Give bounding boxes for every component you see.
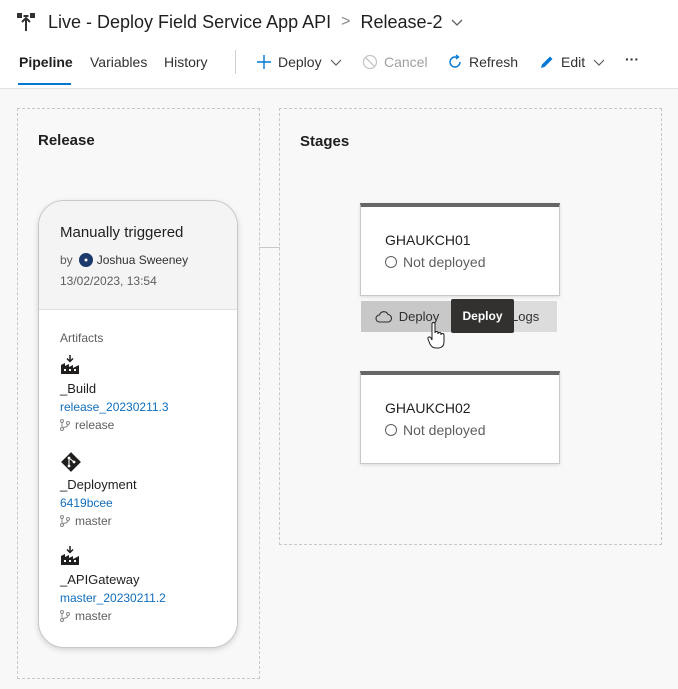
breadcrumb-separator: > [341,13,351,30]
release-pipeline-icon [16,12,36,32]
artifacts-heading: Artifacts [60,331,104,345]
artifact-version-link[interactable]: master_20230211.2 [60,591,166,605]
branch-icon [60,419,70,431]
stage-name: GHAUKCH02 [385,400,471,416]
artifact-version-link[interactable]: release_20230211.3 [60,400,169,414]
user-name[interactable]: Joshua Sweeney [97,253,188,267]
tab-bar: Pipeline Variables History Deploy Cancel… [0,46,678,86]
deploy-menu-button[interactable]: Deploy [256,54,348,70]
pipeline-connector [259,247,280,248]
logs-button[interactable]: Logs [511,309,539,324]
more-actions-button[interactable]: ··· [625,51,639,67]
avatar [78,253,93,267]
trigger-text: Manually triggered [60,224,184,241]
refresh-button[interactable]: Refresh [447,54,518,70]
release-name[interactable]: Release-2 [360,12,442,33]
deploy-menu-label: Deploy [278,54,322,70]
active-tab-indicator [18,83,71,85]
hand-cursor-icon [427,321,445,355]
artifact-branch: master [60,514,112,528]
edit-menu-button[interactable]: Edit [539,54,611,70]
branch-name: master [75,514,112,528]
branch-name: master [75,609,112,623]
pipeline-title[interactable]: Live - Deploy Field Service App API [48,12,331,33]
artifact-branch: release [60,418,114,432]
release-date: 13/02/2023, 13:54 [60,274,157,288]
artifact-branch: master [60,609,112,623]
git-icon [60,451,82,478]
stage-name: GHAUKCH01 [385,232,471,248]
cloud-icon [375,310,393,323]
cancel-button[interactable]: Cancel [362,54,428,70]
header: Live - Deploy Field Service App API > Re… [0,0,678,89]
stages-panel-title: Stages [300,133,350,150]
cancel-icon [362,54,378,70]
stage-card[interactable]: GHAUKCH01 Not deployed [360,203,560,296]
status-circle-icon [385,256,397,268]
tab-pipeline[interactable]: Pipeline [19,54,73,70]
stage-status: Not deployed [385,422,486,438]
stage-status: Not deployed [385,254,486,270]
branch-icon [60,610,70,622]
refresh-icon [447,54,463,70]
release-card-header: Manually triggered by Joshua Sweeney 13/… [39,201,237,310]
tab-variables[interactable]: Variables [90,54,147,70]
chevron-down-icon [330,56,342,68]
release-card[interactable]: Manually triggered by Joshua Sweeney 13/… [38,200,238,648]
build-icon [60,355,80,380]
title-row: Live - Deploy Field Service App API > Re… [16,8,463,36]
triggered-by: by Joshua Sweeney [60,253,188,267]
cancel-label: Cancel [384,54,428,70]
status-circle-icon [385,424,397,436]
artifact-name: _Build [60,381,97,396]
toolbar-divider [235,50,236,74]
refresh-label: Refresh [469,54,519,70]
pencil-icon [539,54,555,70]
chevron-down-icon [593,56,605,68]
artifact-name: _Deployment [60,477,137,492]
chevron-down-icon[interactable] [451,16,463,28]
branch-name: release [75,418,115,432]
edit-label: Edit [561,54,586,70]
artifact-name: _APIGateway [60,572,140,587]
deploy-tooltip: Deploy [451,299,514,333]
by-label: by [60,253,73,267]
build-icon [60,546,80,571]
stage-card[interactable]: GHAUKCH02 Not deployed [360,371,560,464]
branch-icon [60,515,70,527]
stage-status-text: Not deployed [403,422,486,438]
plus-icon [256,54,272,70]
release-panel-title: Release [38,132,95,149]
tab-history[interactable]: History [164,54,208,70]
stage-status-text: Not deployed [403,254,486,270]
artifact-version-link[interactable]: 6419bcee [60,496,113,510]
